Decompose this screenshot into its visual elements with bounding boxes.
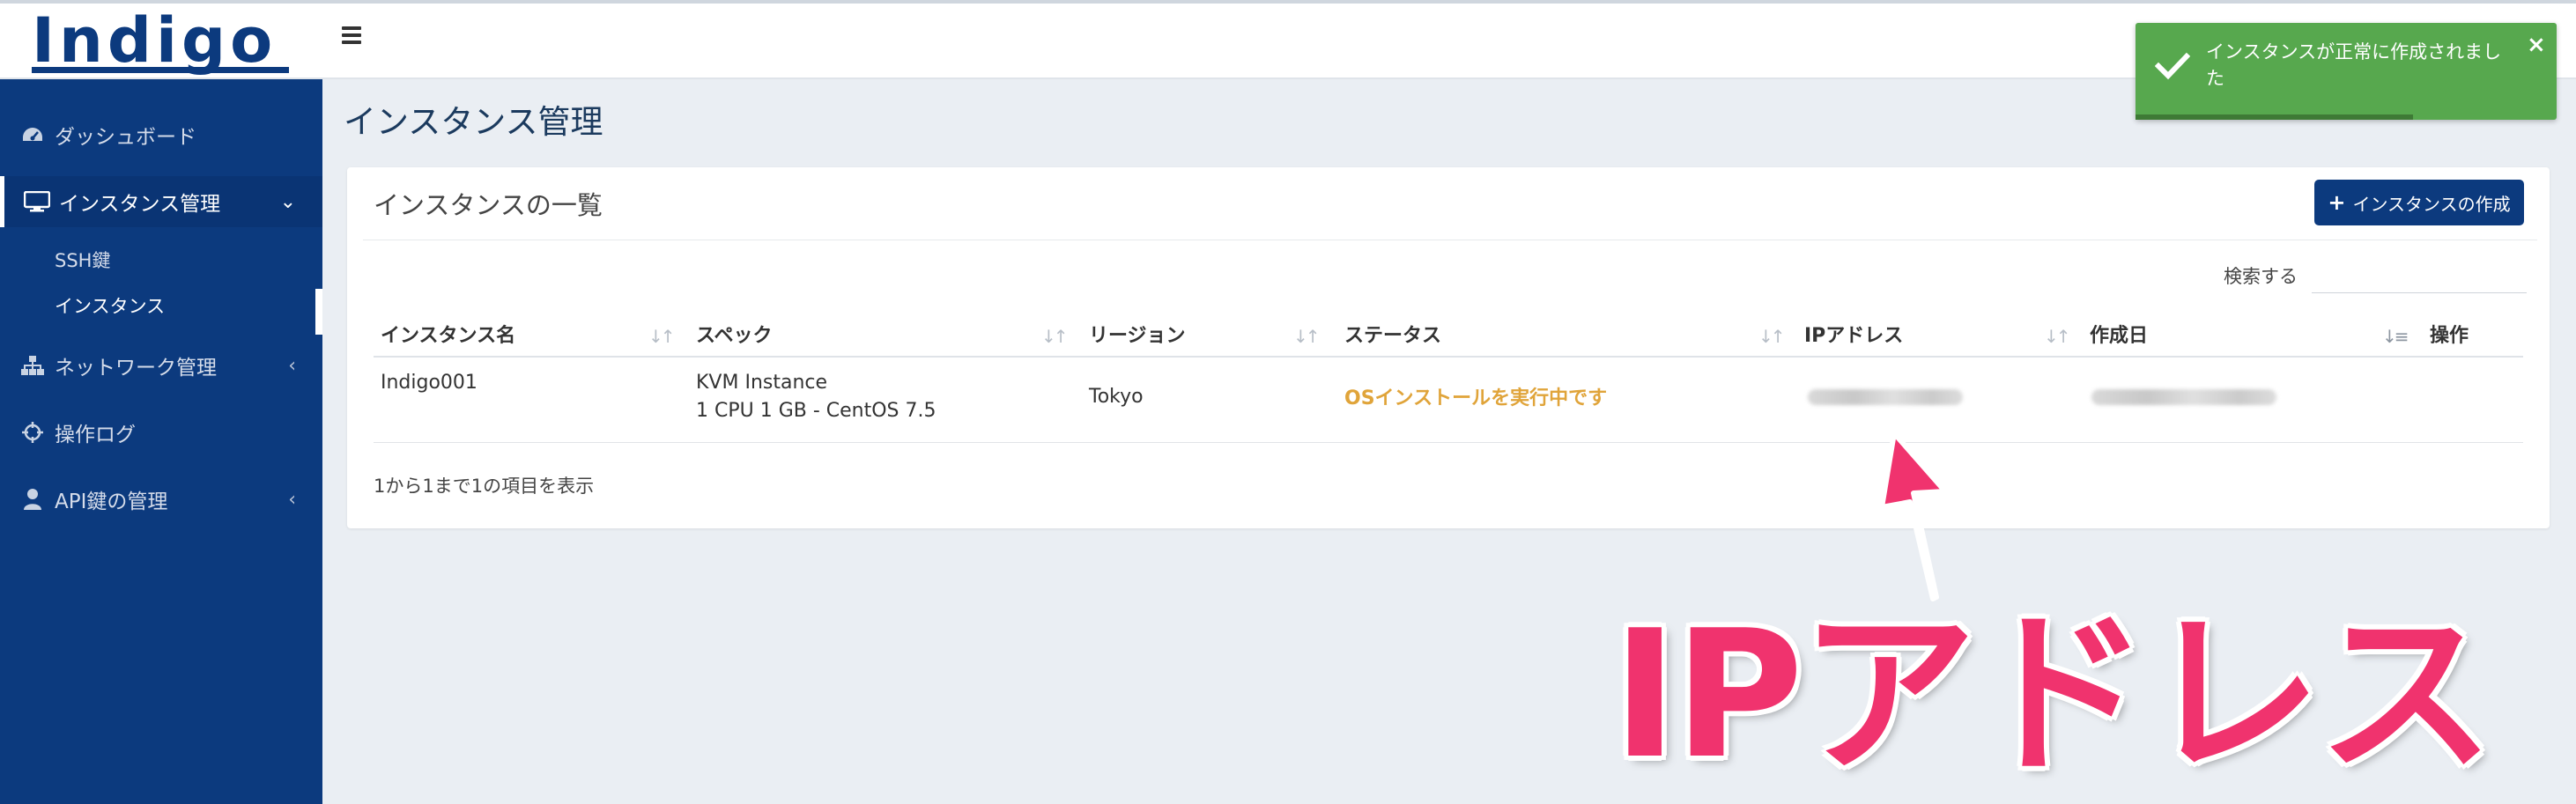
close-icon[interactable]: × (2527, 32, 2546, 58)
column-header-created[interactable]: 作成日 (2090, 317, 2148, 356)
sort-icon[interactable]: ↓↑ (1041, 317, 1068, 356)
card-title: インスタンスの一覧 (374, 190, 603, 220)
table-row: Indigo001 KVM Instance 1 CPU 1 GB - Cent… (374, 358, 2523, 443)
success-toast[interactable]: インスタンスが正常に作成されました × (2136, 23, 2557, 120)
sidebar-subitem-ssh-keys[interactable]: SSH鍵 (55, 243, 110, 278)
search-label: 検索する (2224, 266, 2298, 287)
instance-list-card: インスタンスの一覧 + インスタンスの作成 検索する インスタンス名 ↓↑ スペ… (347, 167, 2550, 528)
sidebar-item-label: インスタンス管理 (59, 193, 221, 216)
sidebar: ダッシュボード インスタンス管理 ⌄ SSH鍵 インスタンス ネットワーク管理 … (0, 79, 322, 804)
sort-icon[interactable]: ↓↑ (648, 317, 675, 356)
dashboard-icon (19, 125, 46, 144)
sidebar-item-operation-log[interactable]: 操作ログ (0, 407, 322, 458)
crosshair-icon (19, 421, 46, 444)
check-icon (2155, 52, 2190, 80)
active-indicator (315, 289, 322, 335)
sort-desc-icon[interactable]: ↓≡ (2382, 317, 2409, 356)
create-instance-button[interactable]: + インスタンスの作成 (2314, 180, 2524, 225)
sidebar-item-label: 操作ログ (55, 424, 136, 446)
sidebar-item-label: ネットワーク管理 (55, 357, 217, 380)
chevron-left-icon: ‹ (288, 488, 296, 511)
column-header-ip[interactable]: IPアドレス (1804, 317, 1903, 356)
sidebar-item-network-management[interactable]: ネットワーク管理 ‹ (0, 340, 322, 391)
column-header-status[interactable]: ステータス (1344, 317, 1441, 356)
sidebar-item-api-keys[interactable]: API鍵の管理 ‹ (0, 474, 322, 525)
user-icon (19, 488, 46, 511)
sidebar-item-instance-management[interactable]: インスタンス管理 ⌄ (0, 176, 322, 227)
annotation-label: IPアドレス (1612, 593, 2494, 798)
sort-icon[interactable]: ↓↑ (1758, 317, 1785, 356)
cell-spec-line1: KVM Instance (696, 372, 828, 394)
table-info: 1から1まで1の項目を表示 (374, 476, 595, 497)
cell-ip-blurred (1808, 389, 1963, 405)
cell-status: OSインストールを実行中です (1344, 387, 1608, 409)
logo-underline (32, 67, 289, 73)
table-header: インスタンス名 ↓↑ スペック ↓↑ リージョン ↓↑ ステータス ↓↑ IPア… (374, 317, 2523, 358)
toast-progress-bar (2136, 114, 2414, 120)
toast-message: インスタンスが正常に作成されました (2206, 41, 2502, 89)
sort-icon[interactable]: ↓↑ (1293, 317, 1320, 356)
sidebar-subitem-instances[interactable]: インスタンス (55, 289, 165, 324)
menu-toggle-icon[interactable] (342, 26, 361, 48)
sidebar-item-dashboard[interactable]: ダッシュボード (0, 109, 322, 160)
create-instance-label: インスタンスの作成 (2352, 193, 2511, 215)
column-header-actions: 操作 (2430, 325, 2469, 347)
sidebar-item-label: ダッシュボード (55, 126, 196, 149)
monitor-icon (24, 191, 50, 212)
cell-instance-name[interactable]: Indigo001 (381, 372, 477, 394)
sort-icon[interactable]: ↓↑ (2044, 317, 2070, 356)
column-header-spec[interactable]: スペック (696, 317, 772, 356)
cell-created-blurred (2091, 389, 2276, 405)
plus-icon: + (2328, 190, 2346, 215)
search-input[interactable] (2312, 254, 2527, 293)
network-icon (19, 355, 46, 376)
column-header-region[interactable]: リージョン (1089, 317, 1186, 356)
column-header-name[interactable]: インスタンス名 (381, 317, 515, 356)
sidebar-item-label: API鍵の管理 (55, 491, 168, 513)
logo-area[interactable]: Indigo (0, 4, 322, 79)
chevron-left-icon: ‹ (288, 354, 296, 377)
page-title: インスタンス管理 (344, 103, 603, 141)
chevron-down-icon: ⌄ (279, 190, 296, 213)
cell-spec-line2: 1 CPU 1 GB - CentOS 7.5 (696, 400, 936, 422)
logo[interactable]: Indigo (32, 7, 277, 74)
cell-region: Tokyo (1089, 386, 1144, 408)
